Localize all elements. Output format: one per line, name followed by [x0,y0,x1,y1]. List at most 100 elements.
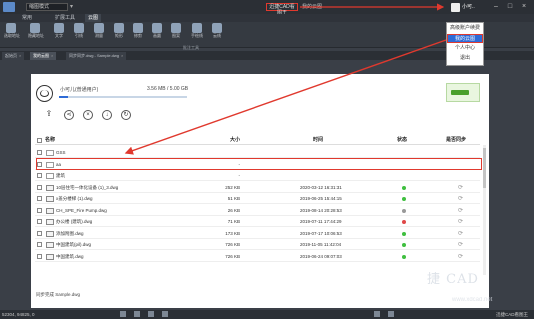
chevron-down-icon[interactable]: ▾ [70,3,78,11]
highlighted-row-outline [36,158,482,170]
menu-logout[interactable]: 退出 [447,54,483,63]
file-size: 726 KB [225,254,240,259]
table-row[interactable] [35,193,480,204]
refresh-icon[interactable]: ↻ [121,110,131,120]
file-name[interactable]: 添加附图.dwg [56,231,84,237]
grid-icon[interactable] [134,311,140,317]
row-checkbox[interactable] [37,208,42,213]
tool-circle[interactable]: 画圆 [150,23,164,39]
sync-icon[interactable]: ⟳ [458,196,463,202]
file-icon [46,242,54,248]
col-name[interactable]: 名称 [45,137,55,144]
file-time: 2019-07-11 17:44:29 [300,219,342,224]
status-bar [0,310,534,319]
row-checkbox[interactable] [37,196,42,201]
sync-icon[interactable]: ⟳ [458,185,463,191]
tool-hide-address[interactable]: 隐藏地址 [28,23,44,39]
tool-pattern[interactable]: 图案 [169,23,183,39]
tab-my-cloud[interactable]: 我的云图 × [30,52,57,60]
col-status: 状态 [397,137,408,143]
cursor-coordinates: 52304, 94825, 0 [2,312,35,317]
menu-common[interactable]: 常用 [22,14,32,22]
sync-icon[interactable]: ⟳ [458,208,463,214]
file-name[interactable]: x盖分楼梯 (1).dwg [56,196,93,202]
menu-my-cloud[interactable]: 我的云图 [447,34,483,43]
menu-extend-tools[interactable]: 扩展工具 [55,14,75,22]
tab-sample-dwg[interactable]: 同步同步.dwg - Sample.dwg × [66,52,127,60]
select-all-checkbox[interactable] [37,138,42,143]
storage-quota: 3.56 MB / 5.00 GB [147,86,189,92]
file-name[interactable]: 10层住宅一体化设备 (1)_3.dwg [56,185,118,191]
row-checkbox[interactable] [37,242,42,247]
user-menu-button[interactable]: 小可.. [462,3,475,11]
row-checkbox[interactable] [37,254,42,259]
file-table-header [35,136,480,145]
tool-leader[interactable]: 引线 [72,23,86,39]
snap-icon[interactable] [120,311,126,317]
close-icon[interactable]: × [19,53,21,58]
model-icon[interactable] [388,311,394,317]
file-time: 2020-03-12 16:31:31 [300,185,342,190]
tool-text[interactable]: 文字 [52,23,66,39]
tool-cloudline[interactable]: 云线 [210,23,224,39]
menu-cloud[interactable]: 云图 [85,14,102,22]
layout-icon[interactable] [374,311,380,317]
view-mode-select[interactable]: 缩图模式 [26,3,68,11]
row-checkbox[interactable] [37,173,42,178]
storage-bar-fill [59,96,68,98]
col-sync: 是否同步 [446,137,467,143]
file-name[interactable]: 建筑 [56,173,65,179]
folder-icon [46,150,54,156]
delete-icon[interactable]: × [83,110,93,120]
download-icon[interactable]: ↓ [102,110,112,120]
user-avatar-icon[interactable] [451,3,460,12]
row-checkbox[interactable] [37,150,42,155]
table-row[interactable] [35,147,480,158]
file-name[interactable]: 中国建筑(pil).dwg [56,242,91,248]
file-icon [46,196,54,202]
file-name[interactable]: GSS [56,150,66,156]
sync-icon[interactable]: ⟳ [458,242,463,248]
tab-start[interactable]: 起始页 × [2,52,25,60]
close-icon[interactable]: × [51,53,53,58]
tool-rectangle[interactable]: 矩形 [112,23,126,39]
file-name[interactable]: CH_SPE_Fire Pump.dwg [56,208,107,214]
table-row[interactable] [35,228,480,239]
table-row[interactable] [35,170,480,181]
table-row[interactable] [35,239,480,250]
file-icon [46,219,54,225]
folder-icon [46,173,54,179]
share-icon[interactable]: ⋖ [64,110,74,120]
menu-renew-premium[interactable]: 高级账户续费 [447,24,483,33]
close-button[interactable]: × [518,2,530,12]
maximize-button[interactable]: □ [504,2,516,12]
sync-icon[interactable]: ⟳ [458,219,463,225]
minimize-button[interactable]: – [490,2,502,12]
row-checkbox[interactable] [37,231,42,236]
file-name[interactable]: 中国建筑.dwg [56,254,84,260]
menu-bar [0,14,534,22]
app-logo-icon[interactable] [3,2,15,12]
sync-icon[interactable]: ⟳ [458,231,463,237]
sync-icon[interactable]: ⟳ [458,254,463,260]
file-size: 726 KB [225,242,240,247]
table-row[interactable] [35,216,480,227]
close-icon[interactable]: × [121,53,123,58]
row-checkbox[interactable] [37,185,42,190]
tool-select-address[interactable]: 选取地址 [4,23,20,39]
table-row[interactable] [35,251,480,262]
circle-icon [152,23,162,33]
scrollbar-thumb[interactable] [483,148,486,188]
pattern-icon [171,23,181,33]
file-size: 173 KB [225,231,240,236]
tool-freehand[interactable]: 手绘线 [190,23,204,39]
tool-trim[interactable]: 修剪 [131,23,145,39]
file-name[interactable]: 办公楼 (建筑).dwg [56,219,92,225]
polar-icon[interactable] [162,311,168,317]
ortho-icon[interactable] [148,311,154,317]
tool-measure[interactable]: 测量 [92,23,106,39]
row-checkbox[interactable] [37,219,42,224]
file-time: 2019-11-05 11:42:04 [300,242,342,247]
upload-icon[interactable]: ⇪ [44,110,54,120]
menu-profile[interactable]: 个人中心 [447,44,483,53]
